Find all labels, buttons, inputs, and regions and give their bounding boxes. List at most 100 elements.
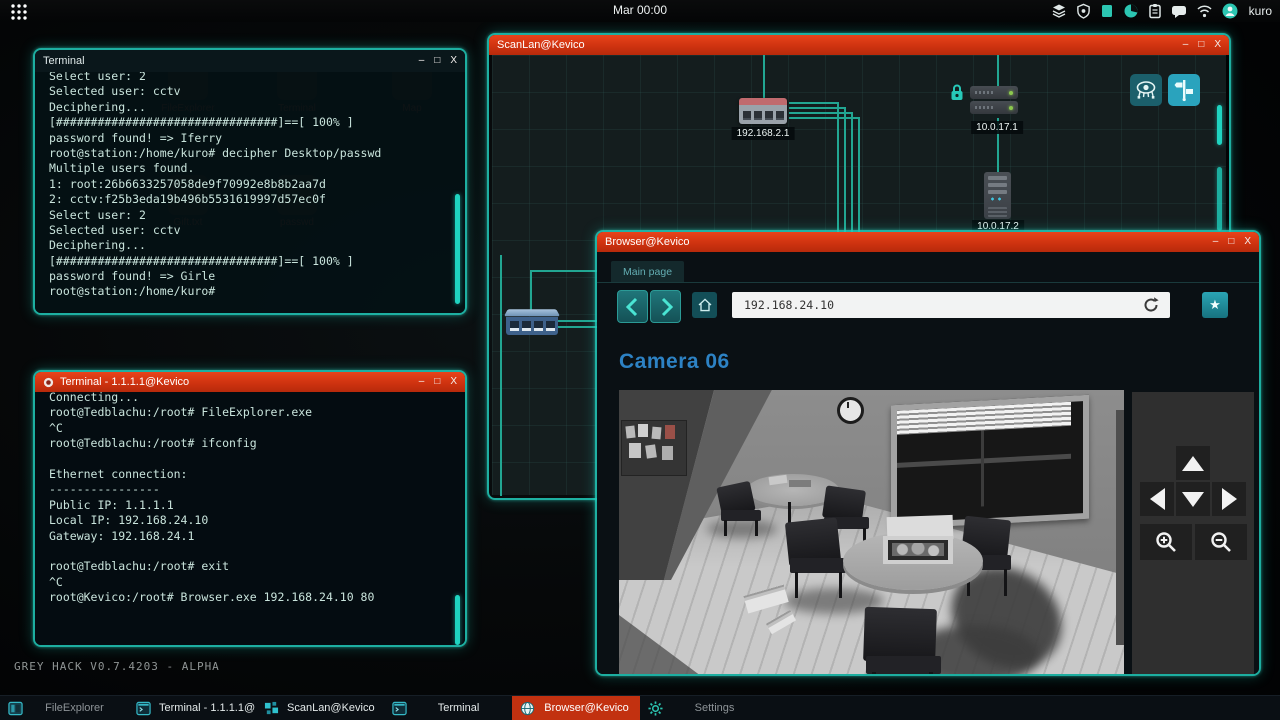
terminal-icon: [392, 701, 407, 716]
remote-terminal-window: Terminal - 1.1.1.1@Kevico – □ X Connecti…: [33, 370, 467, 647]
url-input[interactable]: [732, 292, 1170, 318]
pan-down-button[interactable]: [1176, 482, 1210, 516]
maximize-button[interactable]: □: [1228, 237, 1234, 247]
maximize-button[interactable]: □: [434, 377, 440, 387]
room-window: [891, 395, 1089, 529]
minimize-button[interactable]: –: [1183, 40, 1189, 50]
network-link: [789, 102, 839, 104]
bookmark-button[interactable]: ★: [1202, 292, 1228, 318]
close-button[interactable]: X: [1214, 40, 1221, 50]
file-explorer-icon: [8, 701, 23, 716]
maximize-button[interactable]: □: [1198, 40, 1204, 50]
lock-icon: [950, 83, 964, 101]
box-contents: [892, 543, 944, 556]
zoom-in-button[interactable]: [1140, 524, 1192, 560]
taskbar-item-browser[interactable]: Browser@Kevico: [512, 696, 640, 720]
camera-control-panel: [1132, 392, 1254, 676]
desktop: FileExplorer Terminal Map Gift.txt passw…: [0, 0, 1280, 720]
switch-node[interactable]: [506, 308, 558, 336]
forward-icon: [657, 296, 675, 318]
taskbar-item-terminal[interactable]: Terminal: [384, 696, 512, 720]
target-icon: [43, 377, 54, 388]
camera-feed-image: [619, 390, 1124, 676]
wall-edge: [1116, 410, 1124, 645]
down-arrow-icon: [1182, 492, 1204, 507]
refresh-icon[interactable]: [1142, 296, 1160, 314]
back-icon: [624, 296, 642, 318]
terminal-titlebar[interactable]: Terminal – □ X: [35, 50, 465, 72]
pan-up-button[interactable]: [1176, 446, 1210, 480]
server-node[interactable]: [970, 86, 1018, 116]
storage-icon[interactable]: [1100, 3, 1114, 19]
terminal-output[interactable]: Select user: 2Selected user: cctvDeciphe…: [35, 72, 465, 313]
taskbar-item-label: Browser@Kevico: [543, 702, 640, 714]
wall-clock: [837, 397, 864, 424]
browser-tab[interactable]: Main page: [611, 261, 684, 282]
home-button[interactable]: [692, 292, 717, 318]
taskbar-item-label: Terminal: [415, 702, 512, 714]
shadow: [707, 520, 777, 538]
taskbar-item-fileexplorer[interactable]: FileExplorer: [0, 696, 128, 720]
minimize-button[interactable]: –: [419, 56, 425, 66]
chat-icon[interactable]: [1171, 4, 1187, 19]
right-arrow-icon: [1222, 488, 1237, 510]
window-title: Terminal: [43, 55, 413, 67]
signpost-icon: [1172, 78, 1196, 102]
back-button[interactable]: [617, 290, 648, 323]
window-title: Terminal - 1.1.1.1@Kevico: [60, 376, 413, 388]
window-title: ScanLan@Kevico: [497, 39, 1177, 51]
router-node[interactable]: [739, 98, 787, 124]
table-items: [789, 480, 811, 487]
forward-button[interactable]: [650, 290, 681, 323]
scanlan-titlebar[interactable]: ScanLan@Kevico – □ X: [489, 35, 1229, 55]
scrollbar[interactable]: [1217, 105, 1222, 145]
shield-icon[interactable]: [1076, 3, 1091, 19]
globe-icon: [520, 701, 535, 716]
clipboard-icon[interactable]: [1148, 3, 1162, 19]
scrollbar[interactable]: [455, 595, 460, 645]
network-link: [789, 117, 860, 119]
zoom-out-button[interactable]: [1195, 524, 1247, 560]
taskbar-item-scanlan[interactable]: ScanLan@Kevico: [256, 696, 384, 720]
scan-eye-button[interactable]: [1130, 74, 1162, 106]
maximize-button[interactable]: □: [434, 56, 440, 66]
zoom-out-icon: [1209, 530, 1233, 554]
left-arrow-icon: [1150, 488, 1165, 510]
pc-node[interactable]: [984, 172, 1011, 219]
pan-right-button[interactable]: [1212, 482, 1246, 516]
terminal-titlebar[interactable]: Terminal - 1.1.1.1@Kevico – □ X: [35, 372, 465, 392]
zoom-in-icon: [1154, 530, 1178, 554]
divider: [597, 282, 1259, 283]
terminal-output[interactable]: Connecting...root@Tedblachu:/root# FileE…: [35, 392, 465, 645]
scrollbar[interactable]: [1217, 167, 1222, 231]
minimize-button[interactable]: –: [419, 377, 425, 387]
pan-left-button[interactable]: [1140, 482, 1174, 516]
minimize-button[interactable]: –: [1213, 237, 1219, 247]
browser-titlebar[interactable]: Browser@Kevico – □ X: [597, 232, 1259, 252]
camera-heading: Camera 06: [619, 350, 730, 374]
taskbar-item-remote-terminal[interactable]: Terminal - 1.1.1.1@K...: [128, 696, 256, 720]
terminal-icon: [136, 701, 151, 716]
bulletin-board: [621, 420, 687, 476]
scrollbar[interactable]: [455, 194, 460, 304]
pie-clock-icon[interactable]: [1123, 3, 1139, 19]
network-link: [763, 55, 765, 100]
avatar-icon[interactable]: [1222, 3, 1238, 19]
chair: [863, 607, 937, 663]
home-icon: [697, 297, 713, 313]
layers-icon[interactable]: [1051, 3, 1067, 19]
terminal-lines: Select user: 2Selected user: cctvDeciphe…: [49, 72, 447, 300]
up-arrow-icon: [1182, 456, 1204, 471]
close-button[interactable]: X: [1244, 237, 1251, 247]
scanlan-icon: [264, 701, 279, 716]
close-button[interactable]: X: [450, 377, 457, 387]
wifi-icon[interactable]: [1196, 4, 1213, 18]
taskbar-item-label: Settings: [671, 702, 768, 714]
close-button[interactable]: X: [450, 56, 457, 66]
signpost-button[interactable]: [1168, 74, 1200, 106]
terminal-window: Terminal – □ X Select user: 2Selected us…: [33, 48, 467, 315]
username-text[interactable]: kuro: [1249, 4, 1272, 18]
taskbar-item-settings[interactable]: Settings: [640, 696, 768, 720]
taskbar-item-label: FileExplorer: [31, 702, 128, 714]
chair: [790, 558, 846, 573]
